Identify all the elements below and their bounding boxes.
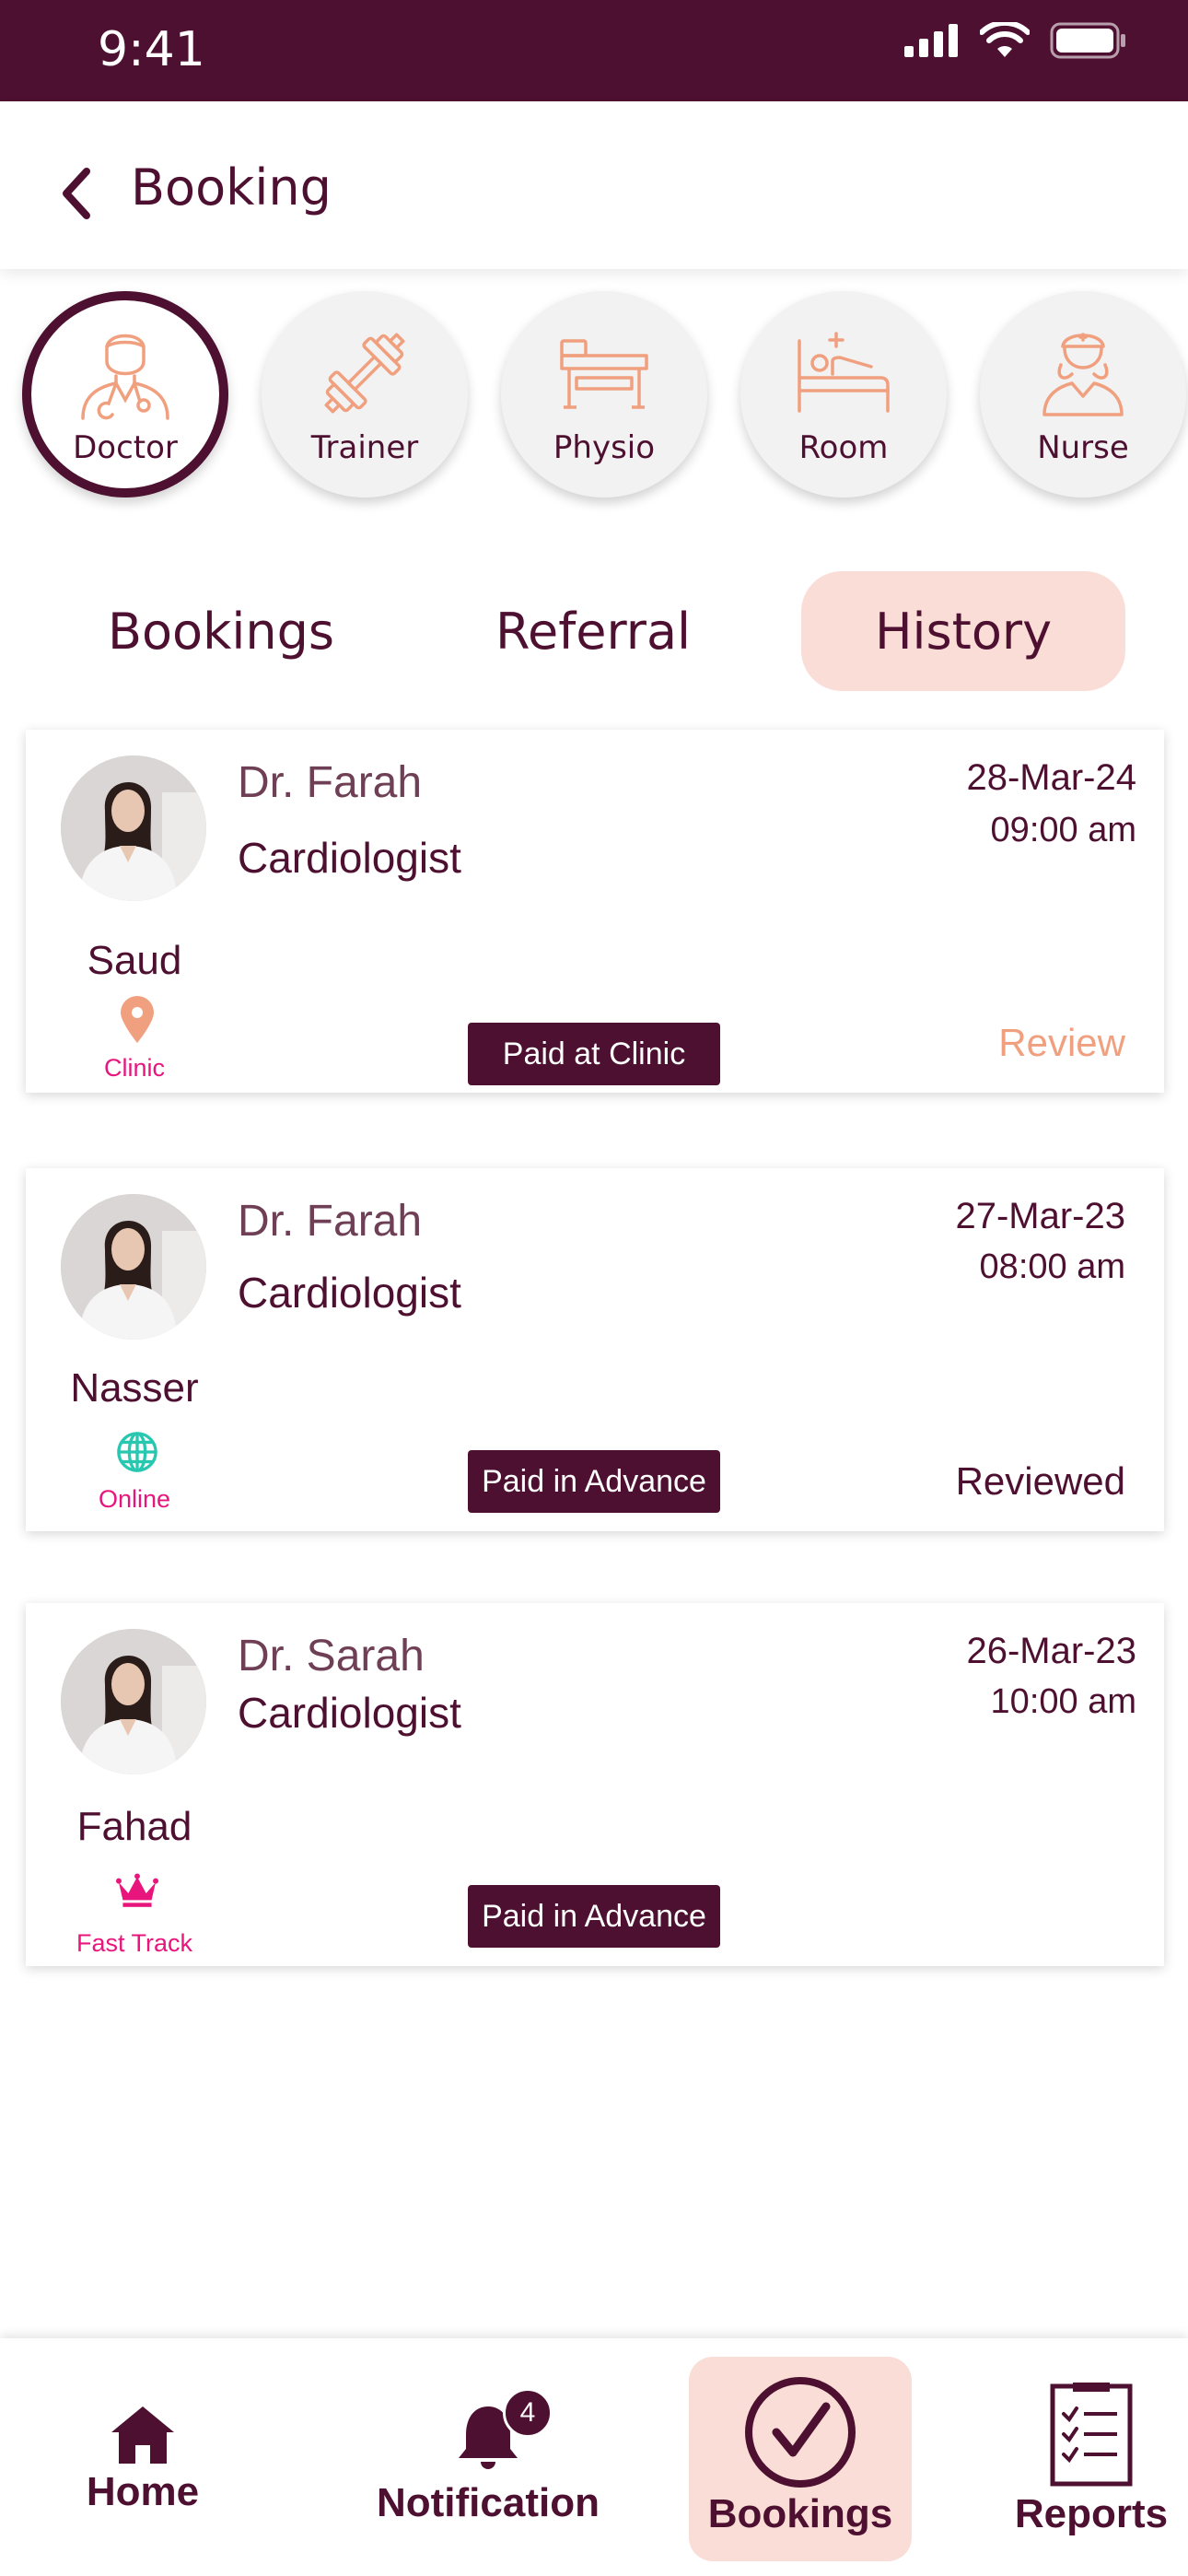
booking-time: 08:00 am (979, 1247, 1125, 1286)
check-circle-icon (745, 2377, 856, 2488)
location-pin-icon (116, 995, 158, 1043)
category-trainer[interactable]: Trainer (262, 291, 468, 498)
booking-date: 26-Mar-23 (966, 1631, 1136, 1671)
app-header: Booking (0, 101, 1188, 269)
clipboard-icon (1050, 2383, 1133, 2487)
booking-card[interactable]: Dr. Farah Cardiologist 27-Mar-23 08:00 a… (26, 1168, 1164, 1531)
doctor-avatar (61, 755, 206, 901)
doctor-avatar (61, 1629, 206, 1774)
payment-badge: Paid in Advance (468, 1450, 720, 1513)
payment-badge: Paid in Advance (468, 1885, 720, 1948)
doctor-name: Dr. Sarah (238, 1632, 425, 1680)
status-icons (904, 22, 1127, 59)
category-label: Nurse (1037, 429, 1129, 466)
nav-notification[interactable]: Notification 4 (368, 2338, 608, 2576)
booking-card[interactable]: Dr. Sarah Cardiologist 26-Mar-23 10:00 a… (26, 1603, 1164, 1966)
nav-label: Notification (377, 2480, 600, 2525)
booking-date: 27-Mar-23 (955, 1196, 1125, 1236)
tab-bookings[interactable]: Bookings (48, 571, 394, 691)
doctor-name: Dr. Farah (238, 1197, 423, 1246)
doctor-specialty: Cardiologist (238, 1689, 461, 1737)
nav-label: Reports (1014, 2491, 1169, 2536)
booking-time: 10:00 am (990, 1682, 1136, 1721)
category-physio[interactable]: Physio (501, 291, 707, 498)
physio-bed-icon (560, 339, 648, 409)
patient-name: Fahad (76, 1804, 192, 1849)
doctor-icon (81, 334, 169, 420)
home-icon (111, 2406, 174, 2464)
doctor-name: Dr. Farah (238, 758, 423, 807)
nav-label: Home (86, 2469, 200, 2514)
nurse-icon (1042, 333, 1124, 416)
booking-card[interactable]: Dr. Farah Cardiologist 28-Mar-24 09:00 a… (26, 730, 1164, 1093)
category-label: Doctor (73, 429, 178, 466)
payment-badge: Paid at Clinic (468, 1023, 720, 1085)
review-status: Reviewed (955, 1459, 1125, 1503)
category-room[interactable]: Room (740, 291, 947, 498)
chevron-left-icon (63, 168, 90, 219)
category-label: Room (798, 429, 889, 466)
doctor-specialty: Cardiologist (238, 1269, 461, 1317)
doctor-specialty: Cardiologist (238, 834, 461, 882)
back-button[interactable] (48, 157, 103, 230)
globe-icon (116, 1428, 158, 1476)
nav-label: Bookings (707, 2491, 893, 2536)
page-title: Booking (131, 158, 332, 217)
booking-tabs: Bookings Referral History (0, 571, 1188, 693)
booking-time: 09:00 am (990, 811, 1136, 849)
tab-history[interactable]: History (801, 571, 1125, 691)
hospital-bed-icon (798, 332, 890, 413)
patient-name: Saud (87, 938, 182, 983)
notification-badge: 4 (503, 2388, 553, 2438)
consult-mode-label: Clinic (103, 1054, 165, 1082)
category-doctor[interactable]: Doctor (22, 291, 228, 498)
signal-icon (904, 24, 958, 57)
nav-reports[interactable]: Reports (1004, 2338, 1179, 2576)
dumbbell-icon (324, 333, 405, 414)
category-label: Trainer (310, 429, 419, 466)
status-bar: 9:41 (0, 0, 1188, 101)
battery-icon (1050, 22, 1125, 59)
category-label: Physio (553, 429, 656, 466)
consult-mode-label: Fast Track (76, 1929, 193, 1957)
patient-name: Nasser (70, 1365, 199, 1411)
wifi-icon (980, 22, 1030, 57)
review-link[interactable]: Review (998, 1021, 1125, 1065)
nav-bookings[interactable]: Bookings (689, 2338, 912, 2576)
bottom-nav: Home Notification 4 Bookings Reports (0, 2338, 1188, 2576)
status-time: 9:41 (98, 22, 205, 77)
nav-home[interactable]: Home (55, 2338, 230, 2576)
crown-icon (116, 1867, 158, 1914)
category-selector: Doctor Trainer Physio Room Nurse (0, 286, 1188, 507)
category-nurse[interactable]: Nurse (980, 291, 1186, 498)
tab-referral[interactable]: Referral (420, 571, 766, 691)
consult-mode-label: Online (98, 1485, 171, 1513)
booking-date: 28-Mar-24 (966, 757, 1136, 798)
doctor-avatar (61, 1194, 206, 1340)
